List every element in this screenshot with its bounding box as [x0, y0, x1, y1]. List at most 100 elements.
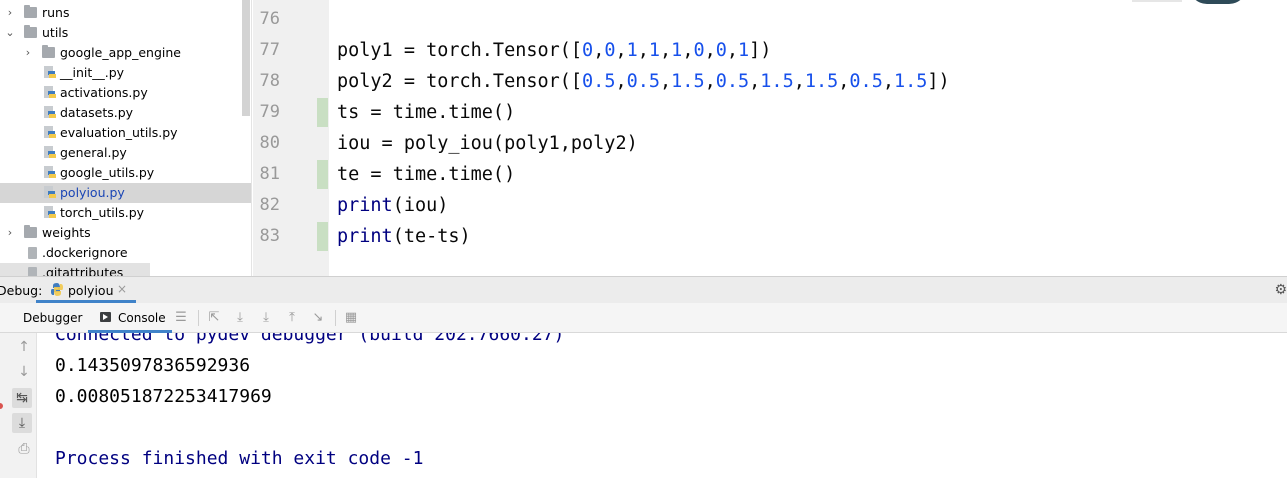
file-icon — [28, 267, 37, 276]
chevron-right-icon[interactable]: › — [5, 3, 15, 23]
debug-toolbar: Debugger Console ☰ ⇱ ⤓ ⤓ ⤒ ↘ ▦ — [0, 303, 1287, 333]
close-icon[interactable]: × — [117, 282, 127, 296]
tree-item-runs[interactable]: › runs — [0, 3, 251, 23]
toolbar-separator — [335, 310, 336, 326]
vcs-change-marker[interactable] — [317, 98, 328, 127]
tree-item-activations-py[interactable]: activations.py — [0, 83, 251, 103]
tree-item-torch-utils-py[interactable]: torch_utils.py — [0, 203, 251, 223]
tree-item-label: polyiou.py — [60, 185, 125, 200]
python-file-icon — [44, 106, 56, 118]
console-line: Connected to pydev debugger (build 202.7… — [55, 333, 565, 345]
folder-icon — [24, 5, 37, 18]
console-line: 0.008051872253417969 — [55, 386, 272, 407]
tab-console[interactable]: Console — [88, 303, 172, 333]
evaluate-expression-icon[interactable]: ▦ — [343, 310, 359, 325]
show-execution-point-icon[interactable]: ⇱ — [206, 310, 222, 325]
tree-item-polyiou-py[interactable]: polyiou.py — [0, 183, 251, 203]
python-file-icon — [44, 126, 56, 138]
python-icon — [51, 283, 63, 296]
folder-icon — [24, 25, 37, 38]
tree-item-gitattributes[interactable]: .gitattributes — [0, 263, 150, 276]
debug-tool-window-header: Debug: polyiou × ⚙ — [0, 276, 1287, 303]
tab-polyiou[interactable]: polyiou × — [36, 277, 136, 303]
tree-item-weights[interactable]: › weights — [0, 223, 251, 243]
step-into-icon[interactable]: ⤓ — [258, 310, 274, 325]
code-line: iou = poly_iou(poly1,poly2) — [337, 133, 638, 154]
tree-item-label: activations.py — [60, 85, 148, 100]
arrow-up-icon[interactable]: ↑ — [14, 337, 34, 357]
tree-item-google-app-engine[interactable]: › google_app_engine — [0, 43, 251, 63]
tab-label: Console — [118, 311, 166, 325]
tree-item-label: .gitattributes — [42, 265, 124, 276]
tree-item-label: .dockerignore — [42, 245, 128, 260]
code-line: print(iou) — [337, 195, 449, 216]
line-number: 83 — [259, 226, 280, 246]
python-file-icon — [44, 166, 56, 178]
folder-icon — [24, 225, 37, 238]
line-number: 80 — [259, 133, 280, 153]
project-tree: › runs ⌄ utils › google_app_engine __ini… — [0, 0, 252, 276]
line-number: 82 — [259, 195, 280, 215]
breakpoint-indicator-icon — [0, 403, 3, 409]
chevron-right-icon[interactable]: › — [23, 43, 33, 63]
vcs-change-marker[interactable] — [317, 222, 328, 251]
tree-item-dockerignore[interactable]: .dockerignore — [0, 243, 251, 263]
python-file-icon — [44, 206, 56, 218]
code-line: ts = time.time() — [337, 102, 516, 123]
python-file-icon — [44, 86, 56, 98]
console-icon — [100, 312, 111, 322]
tree-item-label: weights — [42, 225, 91, 240]
tree-item-evaluation-utils-py[interactable]: evaluation_utils.py — [0, 123, 251, 143]
tree-item-label: datasets.py — [60, 105, 134, 120]
chevron-down-icon[interactable]: ⌄ — [5, 23, 15, 43]
tree-item-label: runs — [42, 5, 70, 20]
tree-item-datasets-py[interactable]: datasets.py — [0, 103, 251, 123]
menu-icon[interactable]: ☰ — [173, 310, 189, 325]
console-line: 0.1435097836592936 — [55, 355, 251, 376]
tree-item-init-py[interactable]: __init__.py — [0, 63, 251, 83]
tree-item-label: general.py — [60, 145, 127, 160]
chevron-right-icon[interactable]: › — [5, 223, 15, 243]
tree-item-label: evaluation_utils.py — [60, 125, 178, 140]
console-output[interactable]: Connected to pydev debugger (build 202.7… — [37, 333, 1287, 478]
run-to-cursor-icon[interactable]: ↘ — [310, 310, 326, 325]
tab-label: polyiou — [68, 283, 114, 298]
tree-item-general-py[interactable]: general.py — [0, 143, 251, 163]
tree-item-label: google_app_engine — [60, 45, 181, 60]
python-file-icon — [44, 186, 56, 198]
code-line: poly2 = torch.Tensor([0.5,0.5,1.5,0.5,1.… — [337, 71, 950, 92]
tree-scrollbar[interactable] — [242, 0, 250, 116]
python-file-icon — [44, 66, 56, 78]
tree-item-google-utils-py[interactable]: google_utils.py — [0, 163, 251, 183]
step-over-icon[interactable]: ⤓ — [232, 310, 248, 325]
step-out-icon[interactable]: ⤒ — [284, 310, 300, 325]
file-icon — [28, 247, 37, 259]
soft-wrap-icon[interactable]: ↹ — [12, 388, 32, 408]
line-number: 77 — [259, 40, 280, 60]
vcs-change-marker[interactable] — [317, 160, 328, 189]
tree-item-label: __init__.py — [60, 65, 125, 80]
gear-icon[interactable]: ⚙ — [1274, 282, 1287, 298]
code-editor[interactable]: 76 77 78 79 80 81 82 83 poly1 = torch.Te… — [253, 0, 1287, 276]
console-line: Process finished with exit code -1 — [55, 448, 424, 469]
line-number: 76 — [259, 9, 280, 29]
tree-item-label: torch_utils.py — [60, 205, 145, 220]
code-line: te = time.time() — [337, 164, 516, 185]
line-number: 79 — [259, 102, 280, 122]
console-side-toolbar: ↑ ↓ ↹ ⤓ ⎙ — [0, 333, 37, 478]
arrow-down-icon[interactable]: ↓ — [14, 362, 34, 382]
folder-icon — [42, 45, 55, 58]
print-icon[interactable]: ⎙ — [14, 439, 34, 459]
python-file-icon — [44, 146, 56, 158]
scroll-to-end-icon[interactable]: ⤓ — [12, 413, 32, 433]
tab-label: Debugger — [23, 311, 83, 325]
toolbar-separator — [198, 310, 199, 326]
tab-debugger[interactable]: Debugger — [23, 303, 82, 333]
editor-corner-bar — [1132, 0, 1182, 2]
code-line: print(te-ts) — [337, 226, 471, 247]
tree-item-label: utils — [42, 25, 69, 40]
line-number: 81 — [259, 164, 280, 184]
tree-item-utils[interactable]: ⌄ utils — [0, 23, 251, 43]
tree-item-label: google_utils.py — [60, 165, 155, 180]
line-number: 78 — [259, 71, 280, 91]
